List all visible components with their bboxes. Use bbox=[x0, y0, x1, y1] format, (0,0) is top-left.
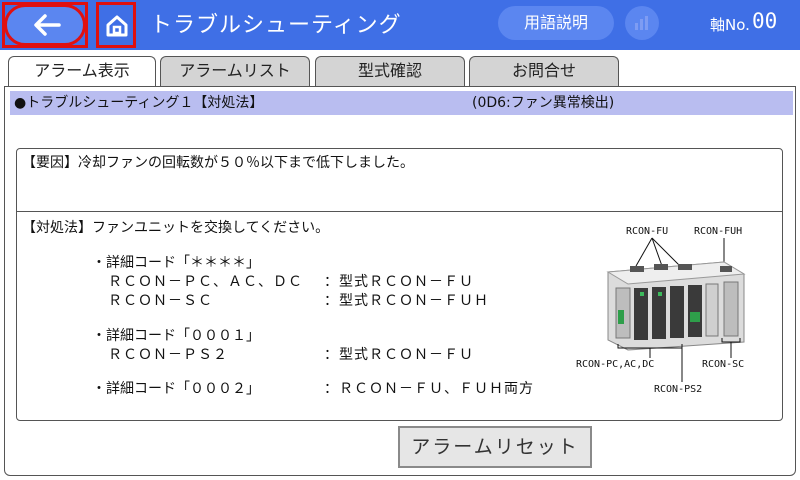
code1-line2-left: ＲＣＯＮ－ＳＣ bbox=[108, 293, 213, 309]
back-arrow-icon bbox=[34, 14, 61, 36]
code2-line1-right: ：型式ＲＣＯＮ－ＦＵ bbox=[324, 347, 474, 363]
code3-label: ・詳細コード「０００２」 bbox=[92, 381, 260, 397]
label-rcon-ps2: RCON-PS2 bbox=[654, 384, 703, 395]
tab-alarm-display[interactable]: アラーム表示 bbox=[8, 56, 156, 88]
device-illustration: RCON-FU RCON-FUH RCON-PC,AC,DC RCON-SC R… bbox=[574, 222, 774, 402]
content-divider bbox=[16, 211, 783, 212]
chart-icon bbox=[635, 16, 648, 30]
alarm-code: (0D6:ファン異常検出) bbox=[472, 95, 615, 111]
code3-right: ：ＲＣＯＮ－ＦＵ、ＦＵＨ両方 bbox=[324, 381, 534, 397]
axis-number-label: 軸No. bbox=[710, 16, 750, 34]
axis-number-value: 00 bbox=[752, 9, 778, 33]
header-bar: トラブルシューティング 用語説明 軸No. 00 bbox=[0, 0, 800, 50]
code1-line2-right: ：型式ＲＣＯＮ－ＦＵＨ bbox=[324, 293, 489, 309]
home-button[interactable] bbox=[96, 2, 136, 48]
tab-alarm-list[interactable]: アラームリスト bbox=[160, 56, 310, 86]
label-rcon-pc: RCON-PC,AC,DC bbox=[576, 359, 655, 370]
home-icon bbox=[106, 15, 128, 37]
alarm-reset-button[interactable]: アラームリセット bbox=[398, 426, 592, 468]
chart-button[interactable] bbox=[625, 6, 659, 40]
code2-label: ・詳細コード「０００１」 bbox=[92, 328, 260, 344]
device-drawing bbox=[606, 237, 746, 382]
tab-contact[interactable]: お問合せ bbox=[469, 56, 619, 86]
subtitle-left: ●トラブルシューティング１【対処法】 bbox=[14, 95, 264, 111]
cause-text: 【要因】冷却ファンの回転数が５０％以下まで低下しました。 bbox=[22, 155, 414, 171]
back-button[interactable] bbox=[2, 2, 88, 48]
solution-heading: 【対処法】ファンユニットを交換してください。 bbox=[22, 220, 330, 236]
subtitle-bar: ●トラブルシューティング１【対処法】 (0D6:ファン異常検出) bbox=[10, 91, 793, 115]
code1-line1-right: ：型式ＲＣＯＮ－ＦＵ bbox=[324, 274, 474, 290]
code1-label: ・詳細コード「＊＊＊＊」 bbox=[92, 255, 260, 271]
tab-model-check[interactable]: 型式確認 bbox=[315, 56, 465, 86]
label-rcon-sc: RCON-SC bbox=[702, 359, 745, 370]
glossary-button[interactable]: 用語説明 bbox=[498, 6, 614, 40]
code1-line1-left: ＲＣＯＮ－ＰＣ、ＡＣ、ＤＣ bbox=[108, 274, 303, 290]
code2-line1-left: ＲＣＯＮ－ＰＳ２ bbox=[108, 347, 228, 363]
page-title: トラブルシューティング bbox=[150, 13, 402, 38]
